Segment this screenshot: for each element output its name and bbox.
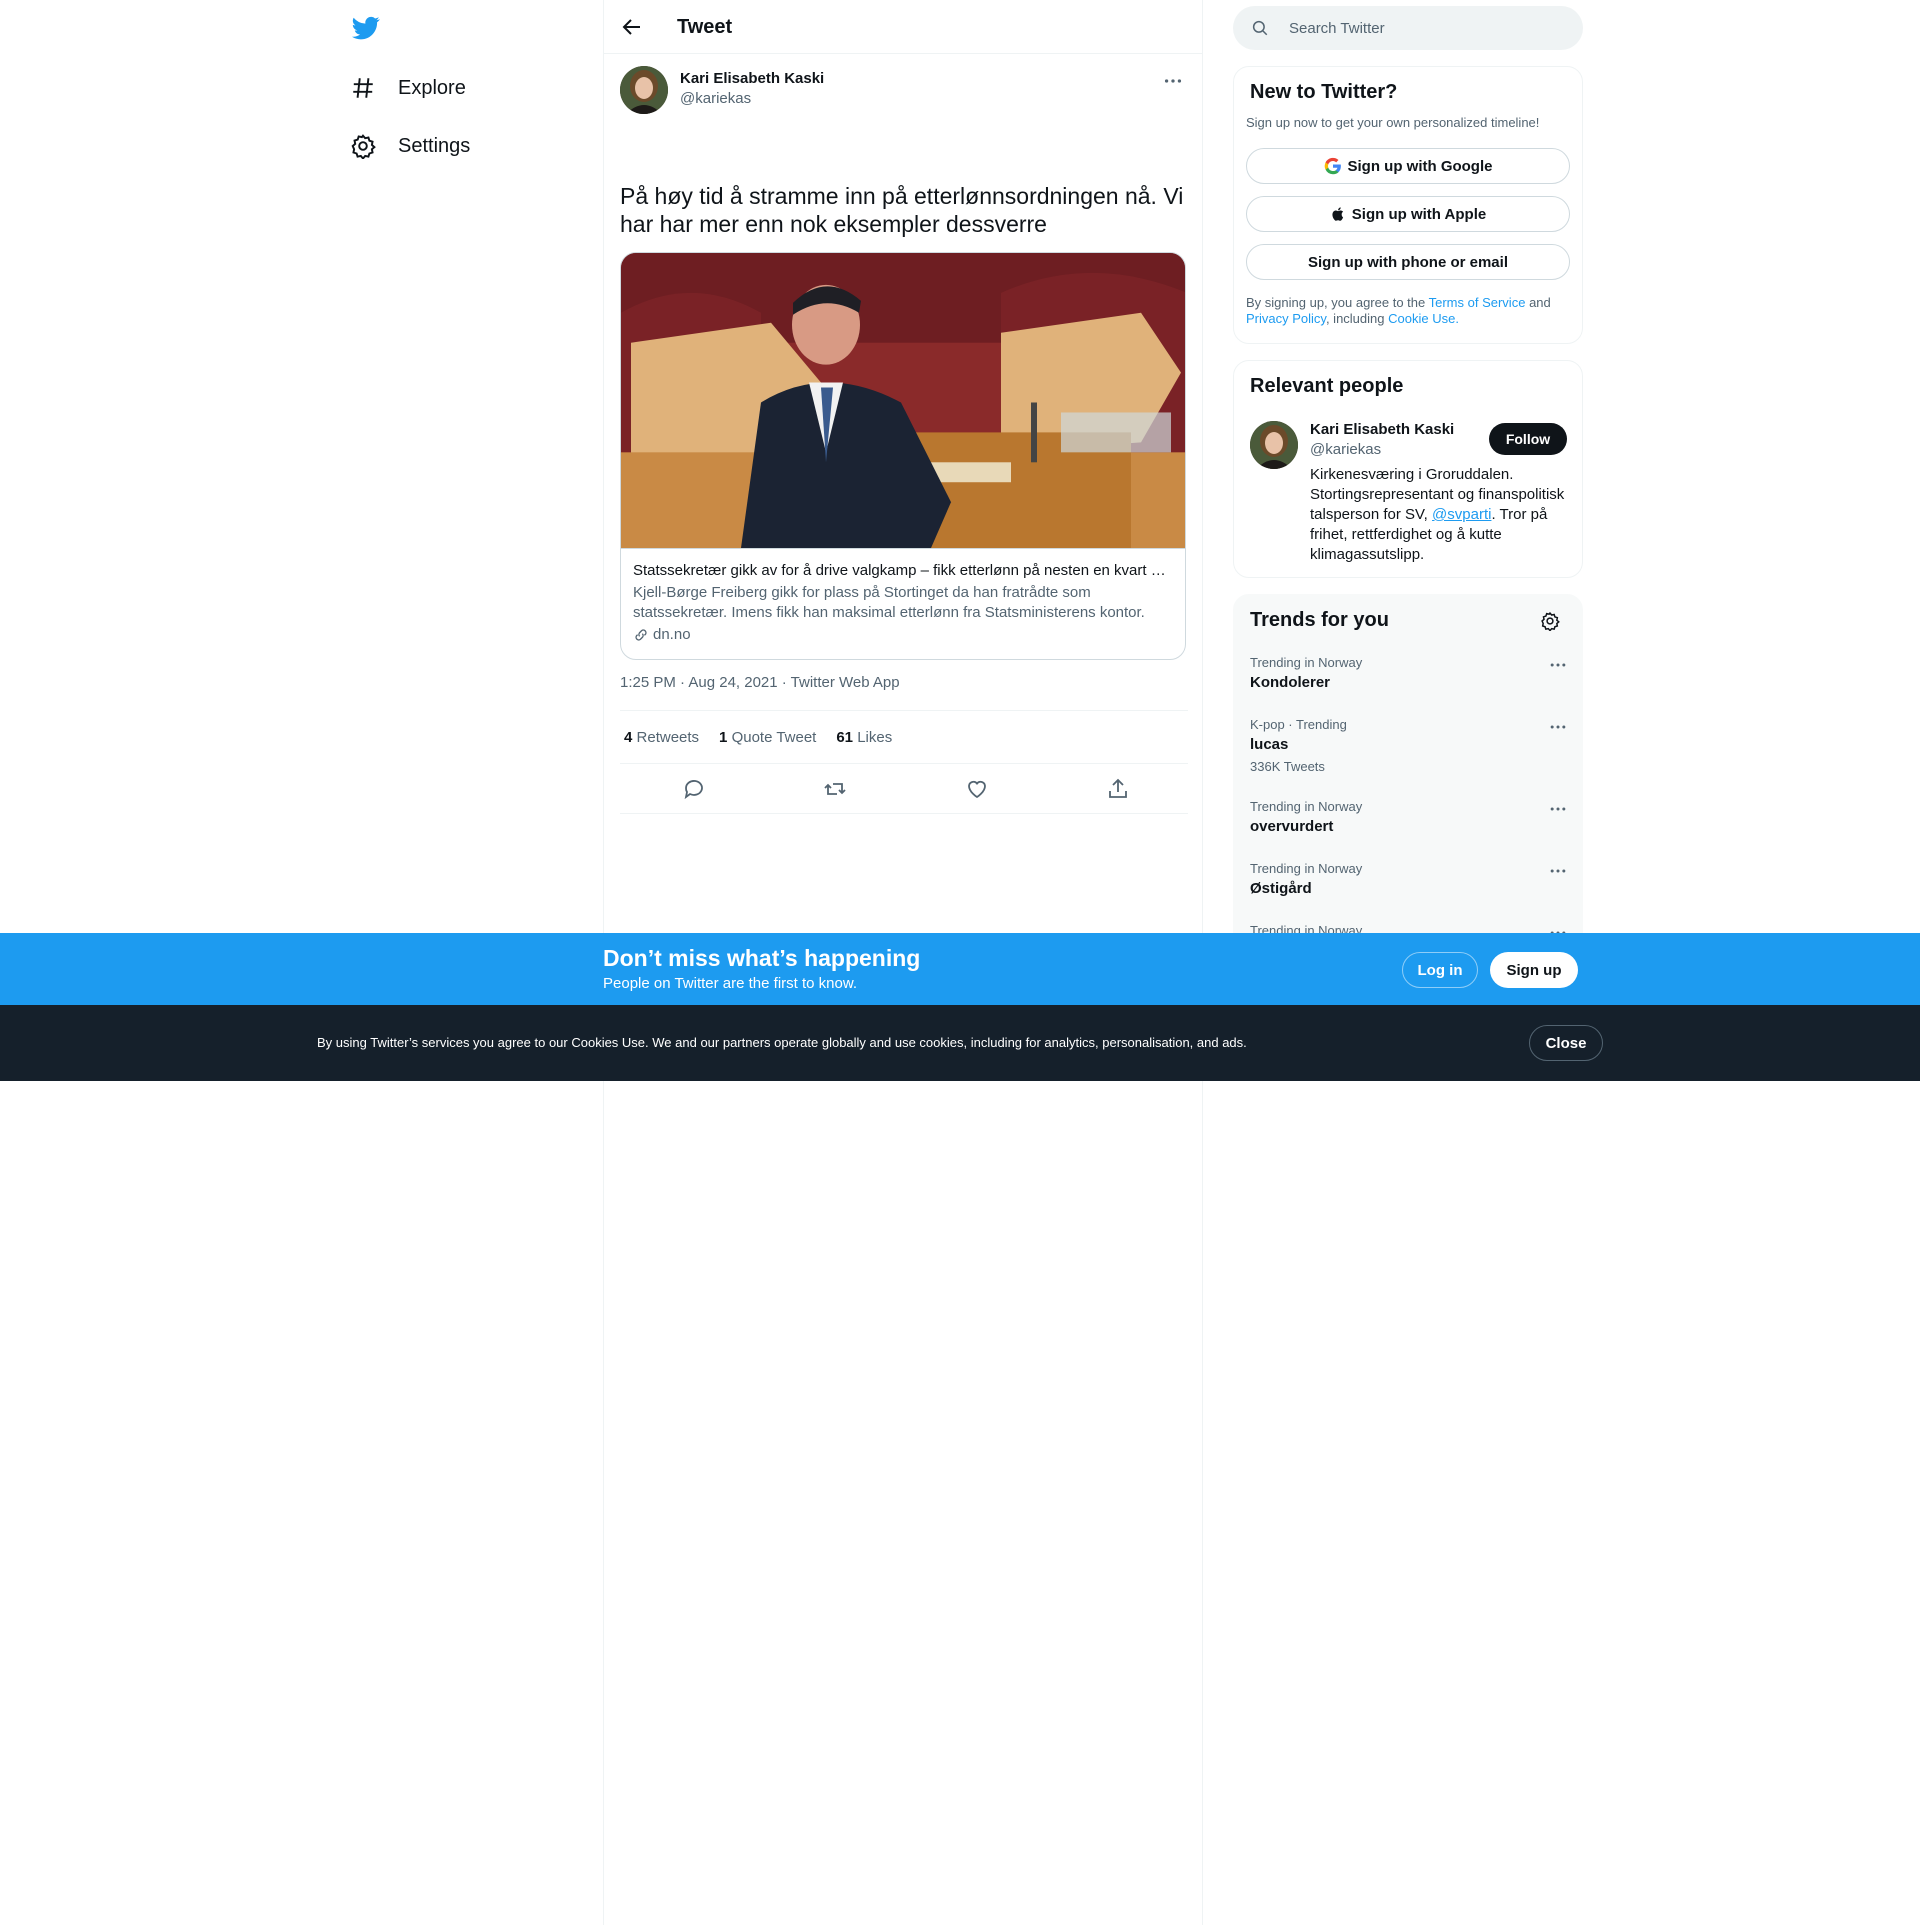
cookie-use-link[interactable]: Cookie Use.: [1388, 311, 1459, 326]
banner-title: Don’t miss what’s happening: [603, 945, 921, 971]
signup-google-button[interactable]: Sign up with Google: [1246, 148, 1570, 184]
trend-item[interactable]: K-pop · Trending lucas 336K Tweets: [1250, 717, 1568, 775]
tweet-actions: [620, 764, 1188, 814]
link-card[interactable]: Statssekretær gikk av for å drive valgka…: [620, 252, 1186, 660]
cookie-text: By using Twitter’s services you agree to…: [317, 1035, 1247, 1050]
relevant-person-avatar[interactable]: [1250, 421, 1298, 469]
apple-icon: [1332, 207, 1343, 221]
twitter-logo-icon[interactable]: [351, 14, 381, 42]
relevant-person-name[interactable]: Kari Elisabeth Kaski: [1310, 421, 1454, 438]
back-arrow-icon[interactable]: [620, 15, 644, 39]
card-title: Statssekretær gikk av for å drive valgka…: [633, 562, 1173, 579]
tweet-text: På høy tid å stramme inn på etterlønnsor…: [620, 183, 1184, 237]
relevant-people-panel: Relevant people Kari Elisabeth Kaski @ka…: [1233, 360, 1583, 578]
page-header: Tweet: [604, 0, 1202, 54]
signup-apple-button[interactable]: Sign up with Apple: [1246, 196, 1570, 232]
signup-banner: Don’t miss what’s happening People on Tw…: [0, 933, 1920, 1005]
relevant-person-handle[interactable]: @kariekas: [1310, 441, 1381, 458]
new-to-twitter-subtitle: Sign up now to get your own personalized…: [1246, 115, 1540, 130]
more-options-icon[interactable]: [1548, 799, 1568, 819]
trend-item[interactable]: Trending in Norway Østigård: [1250, 861, 1568, 899]
share-icon[interactable]: [1106, 777, 1130, 801]
more-options-icon[interactable]: [1548, 655, 1568, 675]
quote-tweets-stat[interactable]: 1 Quote Tweet: [719, 729, 816, 746]
signup-button[interactable]: Sign up: [1490, 952, 1578, 988]
retweets-stat[interactable]: 4 Retweets: [624, 729, 699, 746]
nav-item-label: Settings: [398, 134, 471, 157]
search-icon: [1252, 20, 1268, 36]
hashtag-icon: [353, 78, 373, 98]
likes-stat[interactable]: 61 Likes: [836, 729, 892, 746]
page-title: Tweet: [677, 16, 733, 38]
login-button[interactable]: Log in: [1402, 952, 1478, 988]
like-icon[interactable]: [965, 777, 989, 801]
signup-legal-text: By signing up, you agree to the Terms of…: [1246, 295, 1551, 326]
card-domain-text: dn.no: [653, 626, 691, 643]
trend-item[interactable]: Trending in Norway Kondolerer: [1250, 655, 1568, 693]
author-name[interactable]: Kari Elisabeth Kaski: [680, 70, 824, 87]
search-input[interactable]: [1289, 17, 1569, 39]
nav-item-explore[interactable]: Explore: [350, 68, 466, 108]
trends-panel: Trends for you Trending in Norway Kondol…: [1233, 594, 1583, 934]
new-to-twitter-panel: New to Twitter? Sign up now to get your …: [1233, 66, 1583, 344]
trends-settings-icon[interactable]: [1540, 611, 1560, 631]
card-description: Kjell-Børge Freiberg gikk for plass på S…: [633, 584, 1145, 621]
link-icon: [635, 629, 647, 641]
follow-button[interactable]: Follow: [1489, 423, 1567, 455]
trend-item[interactable]: Trending in Norway overvurdert: [1250, 799, 1568, 837]
banner-subtitle: People on Twitter are the first to know.: [603, 975, 858, 992]
search-bar[interactable]: [1233, 6, 1583, 50]
relevant-person-bio: Kirkenesværing i Groruddalen. Stortingsr…: [1310, 466, 1565, 563]
privacy-policy-link[interactable]: Privacy Policy: [1246, 311, 1326, 326]
signup-phone-email-button[interactable]: Sign up with phone or email: [1246, 244, 1570, 280]
svparti-mention-link[interactable]: @svparti: [1432, 506, 1491, 523]
card-image: [621, 253, 1185, 549]
card-domain: dn.no: [633, 625, 1173, 645]
tweet-stats: 4 Retweets 1 Quote Tweet 61 Likes: [620, 710, 1188, 764]
more-options-icon[interactable]: [1548, 717, 1568, 737]
author-avatar[interactable]: [620, 66, 668, 114]
cookie-consent-bar: By using Twitter’s services you agree to…: [0, 1005, 1920, 1081]
nav-item-label: Explore: [398, 76, 466, 99]
relevant-people-title: Relevant people: [1250, 375, 1404, 397]
trends-title: Trends for you: [1250, 609, 1389, 631]
tweet-timestamp[interactable]: 1:25 PM · Aug 24, 2021 · Twitter Web App: [620, 674, 900, 691]
gear-icon: [351, 134, 376, 159]
terms-of-service-link[interactable]: Terms of Service: [1429, 295, 1526, 310]
nav-item-settings[interactable]: Settings: [350, 126, 470, 166]
new-to-twitter-title: New to Twitter?: [1250, 81, 1398, 103]
more-options-icon[interactable]: [1548, 861, 1568, 881]
author-handle[interactable]: @kariekas: [680, 90, 751, 107]
more-options-icon[interactable]: [1162, 70, 1184, 92]
retweet-icon[interactable]: [823, 777, 847, 801]
reply-icon[interactable]: [682, 777, 706, 801]
google-icon: [1324, 157, 1341, 175]
cookie-close-button[interactable]: Close: [1529, 1025, 1603, 1061]
